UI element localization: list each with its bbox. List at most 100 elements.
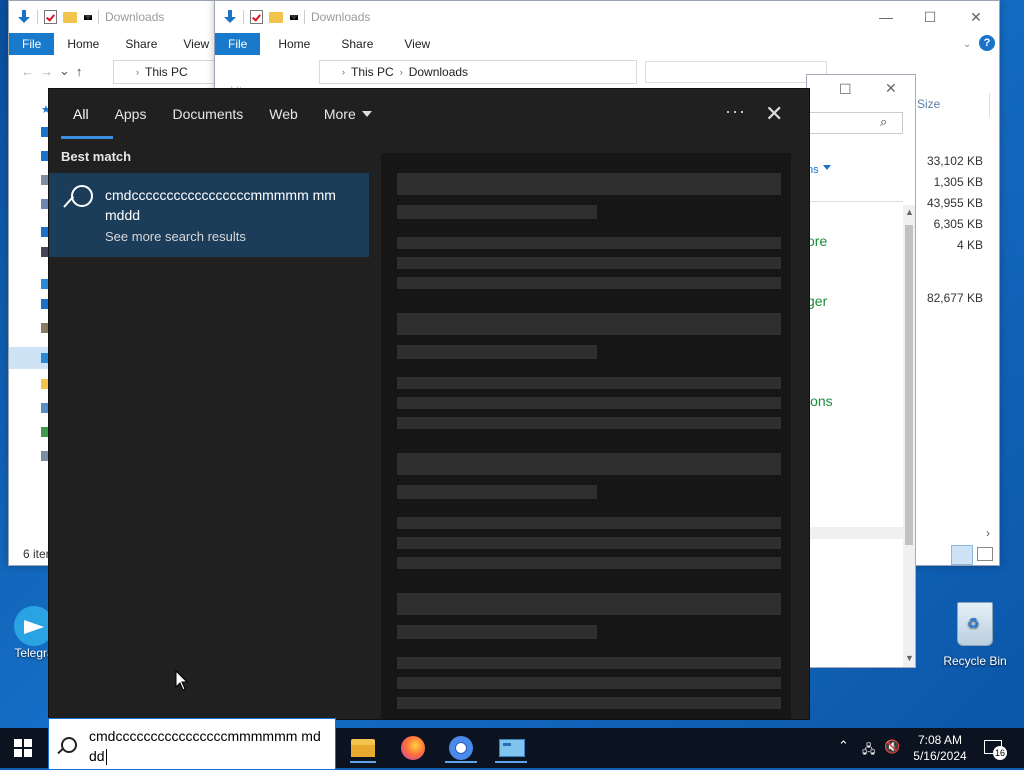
tab-file[interactable]: File	[215, 33, 261, 55]
tab-home[interactable]: Home	[54, 33, 112, 55]
new-folder-icon[interactable]	[63, 11, 77, 23]
file-size: 43,955 KB	[926, 196, 983, 210]
file-explorer-taskbar-icon[interactable]	[348, 733, 378, 763]
chevron-down-icon[interactable]	[290, 14, 298, 20]
maximize-button[interactable]: ☐	[907, 1, 953, 33]
properties-icon[interactable]	[250, 10, 263, 24]
title-bar[interactable]: Downloads	[9, 1, 221, 33]
tab-file[interactable]: File	[9, 33, 55, 55]
file-size: 4 KB	[956, 238, 983, 252]
tab-home[interactable]: Home	[260, 33, 323, 55]
file-size: 6,305 KB	[933, 217, 983, 231]
tab-all[interactable]: All	[61, 89, 113, 139]
close-button[interactable]: ✕	[953, 1, 999, 33]
close-icon[interactable]: ✕	[765, 101, 783, 127]
tab-apps[interactable]: Apps	[115, 89, 147, 139]
forward-arrow-icon[interactable]: →	[40, 64, 53, 79]
search-icon[interactable]: ⌕	[880, 114, 887, 130]
window-title: Downloads	[105, 10, 165, 24]
best-match-result[interactable]: cmdcccccccccccccccccmmmmm mmmddd See mor…	[49, 173, 369, 257]
placeholder-bar	[397, 625, 597, 639]
chevron-down-icon[interactable]: ⌄	[59, 63, 70, 79]
up-arrow-icon[interactable]: ↑	[76, 64, 83, 79]
details-view-icon[interactable]	[951, 545, 973, 565]
scroll-up-icon[interactable]: ▲	[905, 207, 914, 217]
maximize-button[interactable]: ☐	[839, 81, 852, 98]
options-icon[interactable]: ···	[725, 101, 746, 122]
chevron-down-icon[interactable]	[84, 14, 92, 20]
control-panel-taskbar-icon[interactable]	[495, 733, 527, 763]
breadcrumb-downloads[interactable]: Downloads	[409, 65, 468, 79]
search-box[interactable]: ⌕	[807, 112, 903, 134]
tab-share[interactable]: Share	[323, 33, 386, 55]
separator	[243, 10, 244, 24]
address-bar[interactable]: › This PC › Downloads	[319, 60, 637, 84]
start-search-panel[interactable]: All Apps Documents Web More ··· ✕ Best m…	[48, 88, 810, 720]
scroll-right-icon[interactable]: ›	[986, 526, 990, 540]
help-icon[interactable]: ?	[979, 35, 995, 51]
download-icon[interactable]	[17, 10, 31, 24]
search-filter-tabs: All Apps Documents Web More	[49, 89, 372, 139]
placeholder-bar	[397, 485, 597, 499]
search-icon	[61, 185, 95, 219]
firefox-taskbar-icon[interactable]	[398, 733, 428, 763]
chevron-up-icon[interactable]: ⌃	[838, 738, 849, 754]
mouse-cursor-icon	[175, 670, 189, 691]
chevron-down-icon[interactable]	[823, 165, 831, 170]
control-panel-link[interactable]: ore	[807, 233, 827, 249]
clock-date: 5/16/2024	[913, 749, 967, 763]
network-icon[interactable]: 🖧	[862, 740, 875, 761]
tab-more[interactable]: More	[324, 89, 372, 139]
ribbon-expand-chevron-icon[interactable]: ⌄	[963, 39, 971, 50]
file-size: 1,305 KB	[933, 175, 983, 189]
vertical-scrollbar[interactable]: ▲ ▼	[903, 205, 915, 667]
breadcrumb-this-pc[interactable]: This PC	[145, 65, 188, 79]
windows-start-icon[interactable]	[14, 739, 32, 757]
control-panel-link[interactable]: ions	[807, 393, 833, 409]
placeholder-bar	[397, 345, 597, 359]
large-icons-view-icon[interactable]	[977, 547, 993, 561]
search-icon	[61, 737, 77, 753]
chrome-taskbar-icon[interactable]	[445, 733, 477, 763]
chevron-down-icon	[361, 111, 372, 117]
tab-view[interactable]: View	[386, 33, 443, 55]
column-header-size[interactable]: Size	[917, 97, 940, 111]
window-title: Downloads	[311, 10, 371, 24]
notification-center-icon[interactable]: 16	[984, 738, 1007, 760]
tab-documents[interactable]: Documents	[172, 89, 243, 139]
placeholder-bar	[397, 257, 781, 269]
properties-icon[interactable]	[44, 10, 57, 24]
new-folder-icon[interactable]	[269, 11, 283, 23]
scrollbar-thumb[interactable]	[905, 225, 913, 545]
desktop-icon-recycle-bin[interactable]: ♻ Recycle Bin	[938, 602, 1012, 668]
placeholder-bar	[397, 313, 781, 335]
status-bar-text: 6 iter	[23, 547, 50, 561]
placeholder-bar	[397, 657, 781, 669]
ribbon: File Home Share View	[215, 33, 999, 55]
chevron-right-icon: ›	[342, 67, 345, 77]
preview-pane-loading	[381, 153, 791, 719]
taskbar-search-box[interactable]: cmdccccccccccccccccmmmmmm mddd	[48, 718, 336, 770]
tab-label: All	[73, 106, 89, 122]
title-bar[interactable]: Downloads — ☐ ✕	[215, 1, 999, 33]
breadcrumb-this-pc[interactable]: This PC	[351, 65, 394, 79]
placeholder-bar	[397, 517, 781, 529]
placeholder-bar	[397, 417, 781, 429]
clock[interactable]: 7:08 AM 5/16/2024	[908, 732, 972, 764]
close-button[interactable]: ✕	[885, 80, 897, 97]
address-bar[interactable]: › This PC	[113, 60, 219, 84]
minimize-button[interactable]: —	[863, 1, 909, 33]
control-panel-link[interactable]: ger	[807, 293, 827, 309]
search-box[interactable]	[645, 61, 827, 83]
control-panel-window[interactable]: ☐ ✕ ⌕ ns ore ger ions ▲ ▼	[806, 74, 916, 668]
back-arrow-icon[interactable]: ←	[21, 64, 34, 79]
download-icon[interactable]	[223, 10, 237, 24]
scroll-down-icon[interactable]: ▼	[905, 653, 914, 663]
volume-muted-icon[interactable]: 🔇	[884, 739, 900, 755]
chevron-right-icon: ›	[399, 67, 403, 77]
clock-time: 7:08 AM	[917, 733, 963, 747]
tab-share[interactable]: Share	[112, 33, 170, 55]
search-input[interactable]: cmdccccccccccccccccmmmmmm mddd	[89, 726, 325, 766]
tab-web[interactable]: Web	[269, 89, 298, 139]
horizontal-scrollbar[interactable]	[807, 527, 903, 539]
